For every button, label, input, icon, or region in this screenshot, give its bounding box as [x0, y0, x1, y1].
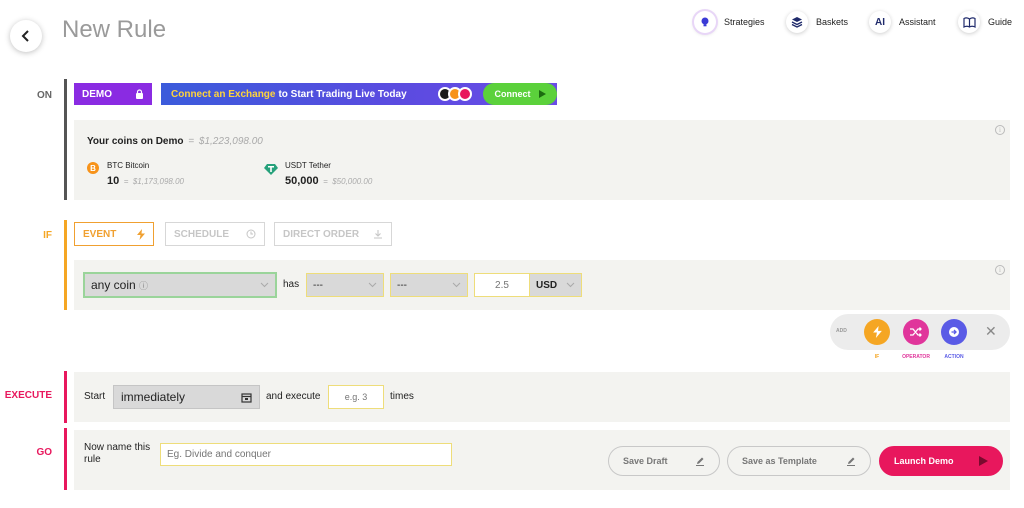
- lightning-icon: [137, 228, 145, 240]
- connect-button[interactable]: Connect: [483, 83, 557, 105]
- nav-label: Assistant: [899, 17, 936, 27]
- section-label-go: GO: [36, 447, 52, 458]
- rule-name-input[interactable]: [160, 443, 452, 466]
- nav-strategies[interactable]: Strategies: [694, 10, 765, 34]
- save-template-button[interactable]: Save as Template: [727, 446, 871, 476]
- nav-label: Guide: [988, 17, 1013, 27]
- coins-summary: Your coins on Demo = $1,223,098.00: [87, 136, 263, 147]
- nav-guide[interactable]: Guide: [958, 10, 1012, 34]
- execute-times-input[interactable]: [328, 385, 384, 409]
- add-operator-button[interactable]: [903, 319, 929, 345]
- page-title: New Rule: [62, 16, 167, 43]
- nav-baskets[interactable]: Baskets: [786, 10, 848, 34]
- coin-select[interactable]: any coin ⓘ: [83, 272, 277, 298]
- arrow-right-circle-icon: [949, 327, 959, 337]
- condition-panel: i any coin ⓘ has --- --- USD: [74, 260, 1010, 310]
- chevron-down-icon: [566, 282, 575, 288]
- section-bar-if: [64, 220, 67, 310]
- section-bar-go: [64, 428, 67, 490]
- start-time-select[interactable]: immediately: [113, 385, 260, 409]
- add-action-button[interactable]: [941, 319, 967, 345]
- back-button[interactable]: [10, 20, 42, 52]
- play-icon: [979, 456, 988, 466]
- condition-select[interactable]: ---: [306, 273, 384, 297]
- currency-select[interactable]: USD: [529, 274, 581, 296]
- layers-icon: [786, 11, 808, 33]
- lightbulb-icon: [694, 11, 716, 33]
- section-bar-on: [64, 79, 67, 200]
- calendar-icon: [241, 392, 252, 403]
- coin-item-btc: B BTC Bitcoin 10 = $1,173,098.00: [87, 161, 184, 187]
- section-label-execute: EXECUTE: [4, 390, 52, 401]
- demo-button[interactable]: DEMO: [74, 83, 152, 105]
- go-panel: Now name this rule Save Draft Save as Te…: [74, 430, 1010, 490]
- clock-icon: [246, 229, 256, 239]
- section-label-on: ON: [37, 90, 52, 101]
- exchange-logos-icon: [438, 87, 472, 101]
- chevron-down-icon: [452, 282, 461, 288]
- add-toolbar: ADD ✕: [830, 314, 1010, 350]
- chevron-down-icon: [260, 282, 269, 288]
- connect-exchange-banner: Connect an Exchange to Start Trading Liv…: [161, 83, 557, 105]
- tether-icon: [264, 164, 278, 175]
- pencil-icon: [696, 457, 704, 466]
- tab-schedule[interactable]: SCHEDULE: [165, 222, 265, 246]
- ai-icon: AI: [869, 11, 891, 33]
- pencil-icon: [847, 457, 855, 466]
- add-if-button[interactable]: [864, 319, 890, 345]
- chevron-left-icon: [21, 30, 29, 42]
- execute-panel: Start immediately and execute times: [74, 372, 1010, 422]
- operator-select[interactable]: ---: [390, 273, 468, 297]
- lightning-icon: [872, 326, 882, 338]
- section-label-if: IF: [43, 230, 52, 241]
- nav-label: Strategies: [724, 17, 765, 27]
- lock-icon: [136, 89, 143, 99]
- bitcoin-icon: B: [87, 162, 99, 174]
- amount-input[interactable]: [475, 274, 529, 296]
- has-label: has: [283, 279, 300, 290]
- launch-demo-button[interactable]: Launch Demo: [879, 446, 1003, 476]
- nav-assistant[interactable]: AI Assistant: [869, 10, 936, 34]
- play-icon: [538, 90, 546, 98]
- info-icon[interactable]: i: [995, 265, 1005, 275]
- download-icon: [374, 230, 382, 239]
- info-icon: ⓘ: [139, 281, 149, 291]
- book-icon: [958, 11, 980, 33]
- section-bar-execute: [64, 371, 67, 423]
- close-icon[interactable]: ✕: [985, 323, 997, 340]
- coins-panel: i Your coins on Demo = $1,223,098.00 B B…: [74, 120, 1010, 200]
- info-icon[interactable]: i: [995, 125, 1005, 135]
- nav-label: Baskets: [816, 17, 849, 27]
- save-draft-button[interactable]: Save Draft: [608, 446, 720, 476]
- shuffle-icon: [910, 327, 922, 337]
- coin-item-usdt: USDT Tether 50,000 = $50,000.00: [264, 161, 372, 187]
- chevron-down-icon: [368, 282, 377, 288]
- amount-group: USD: [474, 273, 582, 297]
- tab-direct-order[interactable]: DIRECT ORDER: [274, 222, 392, 246]
- tab-event[interactable]: EVENT: [74, 222, 154, 246]
